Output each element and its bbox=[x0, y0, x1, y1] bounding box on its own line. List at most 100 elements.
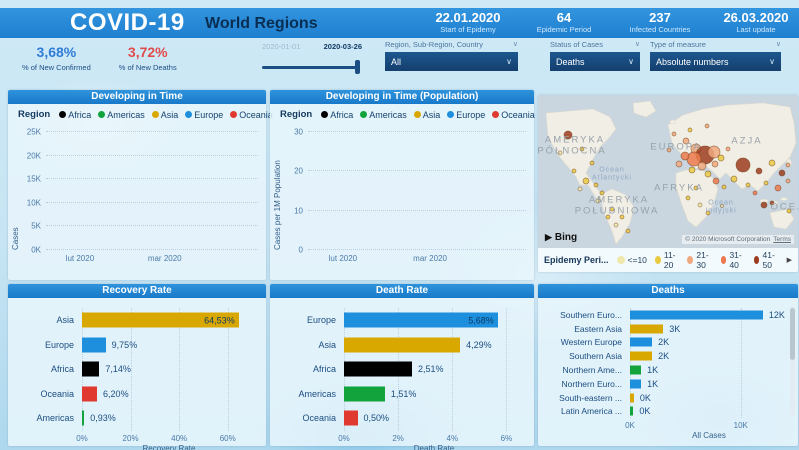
legend-item-oceania[interactable]: Oceania bbox=[492, 110, 535, 120]
map-bubble[interactable] bbox=[686, 196, 690, 200]
map-bubble[interactable] bbox=[746, 183, 750, 187]
bar[interactable] bbox=[630, 338, 652, 347]
map-bubble[interactable] bbox=[713, 178, 719, 184]
map-bubble[interactable] bbox=[736, 158, 750, 172]
scrollbar-thumb[interactable] bbox=[790, 308, 795, 360]
bing-logo[interactable]: ▶Bing bbox=[545, 232, 577, 243]
map-label: AMERYKA bbox=[589, 195, 649, 206]
bar[interactable] bbox=[82, 362, 99, 377]
bar-row-label: Northern Ame... bbox=[546, 365, 630, 375]
map-bubble[interactable] bbox=[705, 171, 711, 177]
bar[interactable] bbox=[82, 411, 84, 426]
bar-row-label: Asia bbox=[278, 340, 344, 350]
bar[interactable] bbox=[630, 366, 641, 375]
map-bubble[interactable] bbox=[672, 132, 676, 136]
bar[interactable] bbox=[630, 352, 652, 361]
filter-label[interactable]: Status of Cases∨ bbox=[550, 40, 640, 52]
filter-label[interactable]: Region, Sub-Region, Country∨ bbox=[385, 40, 518, 52]
map-bubble[interactable] bbox=[786, 179, 790, 183]
map-legend-item[interactable]: <=10 bbox=[617, 250, 647, 270]
map-bubble[interactable] bbox=[590, 161, 594, 165]
map-legend-item[interactable]: 31-40 bbox=[721, 250, 746, 270]
map-bubble[interactable] bbox=[753, 191, 757, 195]
bar-row-label: Africa bbox=[16, 364, 82, 374]
map-bubble[interactable] bbox=[578, 187, 582, 191]
y-axis-tick: 30 bbox=[294, 128, 303, 137]
world-map[interactable]: AMERYKAPÓŁNOCNAEUROPAAZJAOceanAtlantycki… bbox=[538, 95, 798, 248]
map-bubble[interactable] bbox=[722, 185, 726, 189]
bar[interactable] bbox=[82, 386, 97, 401]
map-bubble[interactable] bbox=[626, 229, 630, 233]
map-legend-item[interactable]: 21-30 bbox=[687, 250, 712, 270]
map-bubble[interactable] bbox=[756, 168, 762, 174]
filter-dropdown[interactable]: All∨ bbox=[385, 52, 518, 71]
map-bubble[interactable] bbox=[614, 223, 618, 227]
bar-track: 5,68% bbox=[344, 308, 520, 333]
map-bubble[interactable] bbox=[786, 163, 790, 167]
map-bubble[interactable] bbox=[698, 203, 702, 207]
legend-item-europe[interactable]: Europe bbox=[447, 110, 485, 120]
map-bubble[interactable] bbox=[779, 170, 785, 176]
map-bubble[interactable] bbox=[769, 160, 775, 166]
legend-item-oceania[interactable]: Oceania bbox=[230, 110, 273, 120]
x-axis: 0%20%40%60% bbox=[82, 431, 252, 444]
legend-item-africa[interactable]: Africa bbox=[321, 110, 353, 120]
map-bubble[interactable] bbox=[583, 178, 589, 184]
legend-item-label: Oceania bbox=[501, 110, 535, 120]
bar[interactable] bbox=[344, 411, 358, 426]
legend-item-europe[interactable]: Europe bbox=[185, 110, 223, 120]
legend-item-asia[interactable]: Asia bbox=[152, 110, 179, 120]
bar-row-northern-euro-: Northern Euro...1K bbox=[546, 377, 788, 391]
map-terms-link[interactable]: Terms bbox=[773, 236, 791, 243]
panel-deaths: Deaths Southern Euro...12KEastern Asia3K… bbox=[538, 284, 798, 446]
map-bubble[interactable] bbox=[676, 161, 682, 167]
bar[interactable] bbox=[630, 379, 641, 388]
bar[interactable] bbox=[344, 386, 385, 401]
bar[interactable] bbox=[344, 362, 412, 377]
bar[interactable]: 64,53% bbox=[82, 313, 239, 328]
bar[interactable] bbox=[630, 393, 634, 402]
map-bubble[interactable] bbox=[712, 161, 718, 167]
map-legend-item[interactable]: 11-20 bbox=[655, 250, 680, 270]
slider-handle[interactable] bbox=[355, 60, 360, 74]
map-bubble[interactable] bbox=[718, 155, 724, 161]
legend-item-asia[interactable]: Asia bbox=[414, 110, 441, 120]
legend-item-americas[interactable]: Americas bbox=[98, 110, 145, 120]
map-bubble[interactable] bbox=[726, 147, 730, 151]
bars bbox=[46, 132, 258, 250]
map-bubble[interactable] bbox=[688, 128, 692, 132]
filter-dropdown[interactable]: Deaths∨ bbox=[550, 52, 640, 71]
legend-item-africa[interactable]: Africa bbox=[59, 110, 91, 120]
legend-item-americas[interactable]: Americas bbox=[360, 110, 407, 120]
map-bubble[interactable] bbox=[731, 176, 737, 182]
map-bubble[interactable] bbox=[775, 185, 781, 191]
map-bubble[interactable] bbox=[705, 124, 709, 128]
legend-dot-icon bbox=[447, 111, 454, 118]
bar-value-label: 3K bbox=[669, 324, 680, 334]
map-bubble[interactable] bbox=[689, 167, 695, 173]
legend-title: Region bbox=[18, 109, 50, 120]
map-bubble[interactable] bbox=[681, 152, 689, 160]
map-bubble[interactable] bbox=[764, 181, 768, 185]
legend-scroll-arrow[interactable]: ▶ bbox=[787, 256, 792, 264]
bar[interactable] bbox=[630, 324, 663, 333]
bar[interactable]: 5,68% bbox=[344, 313, 498, 328]
map-bubble[interactable] bbox=[761, 202, 767, 208]
bar-row-label: Europe bbox=[16, 340, 82, 350]
map-bubble[interactable] bbox=[572, 169, 576, 173]
bar[interactable] bbox=[630, 310, 763, 319]
slider-track[interactable] bbox=[262, 60, 362, 74]
map-bubble[interactable] bbox=[698, 162, 706, 170]
map-legend-item[interactable]: 41-50 bbox=[754, 250, 779, 270]
panel-title: Developing in Time (Population) bbox=[270, 90, 534, 104]
stacked-column-chart: 0K5K10K15K20K25Klut 2020mar 2020Cases bbox=[8, 124, 266, 276]
bar[interactable] bbox=[344, 337, 460, 352]
bar-value-label: 2K bbox=[658, 351, 669, 361]
filter-label[interactable]: Type of measure∨ bbox=[650, 40, 781, 52]
bar-row-label: Oceania bbox=[278, 413, 344, 423]
filter-dropdown[interactable]: Absolute numbers∨ bbox=[650, 52, 781, 71]
bar[interactable] bbox=[630, 407, 633, 416]
map-bubble[interactable] bbox=[594, 183, 598, 187]
legend-dot-icon bbox=[98, 111, 105, 118]
bar[interactable] bbox=[82, 337, 106, 352]
